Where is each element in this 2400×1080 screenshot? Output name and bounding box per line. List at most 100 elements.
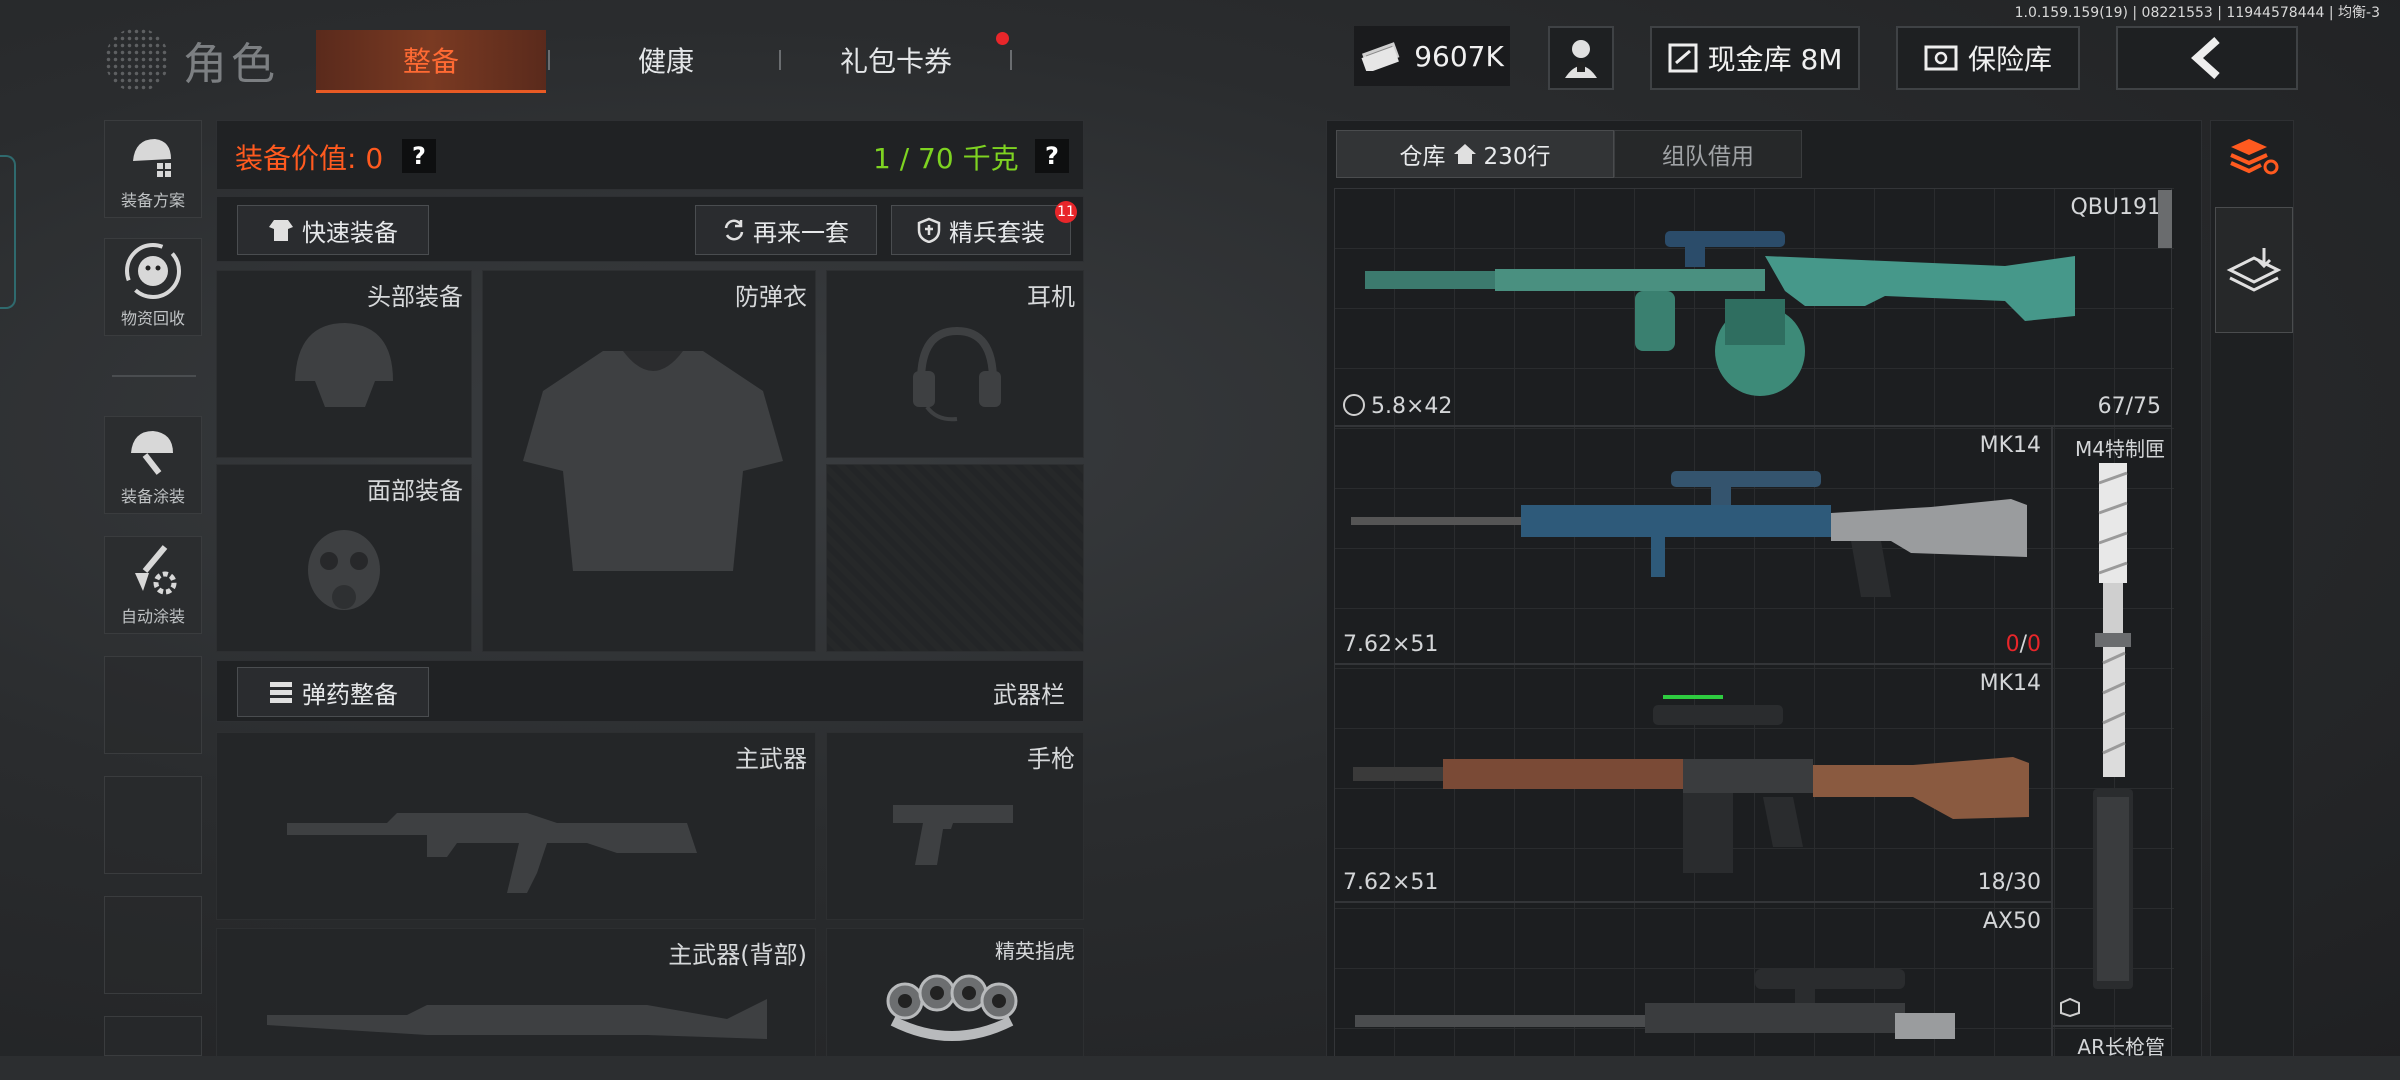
elite-set-label: 精兵套装 [949, 218, 1045, 247]
loadout-actions: 快速装备 再来一套 精兵套装 11 [216, 196, 1084, 262]
version-text: 1.0.159.159(19) | 08221553 | 11944578444… [2014, 5, 2380, 21]
brush-gear-icon [135, 545, 177, 595]
slot-primary-label: 主武器 [735, 745, 807, 773]
tab-storage[interactable]: 仓库 230行 [1336, 130, 1614, 178]
deposit-button[interactable] [2215, 207, 2293, 333]
sidebar-item-loadout-plan[interactable]: 装备方案 [104, 120, 202, 218]
storage-rows: 230行 [1483, 144, 1551, 170]
slot-armor[interactable]: 防弹衣 [482, 270, 816, 652]
item-ammo-current: 0 [2005, 632, 2020, 657]
cash-icon [1361, 42, 1400, 71]
recycle-face-icon [125, 243, 181, 299]
tab-team-borrow[interactable]: 组队借用 [1614, 130, 1802, 178]
elite-set-button[interactable]: 精兵套装 [891, 205, 1071, 255]
slot-pistol-label: 手枪 [1027, 745, 1075, 773]
item-ammo: 18/30 [1977, 870, 2041, 895]
sidebar-item-label: 装备涂装 [120, 487, 185, 506]
knuckles-icon [886, 974, 1018, 1041]
sidebar-empty-slot [104, 776, 202, 874]
sidebar-item-label: 物资回收 [120, 309, 185, 328]
tab-divider [779, 50, 781, 70]
again-button[interactable]: 再来一套 [695, 205, 877, 255]
item-caliber-text: 5.8×42 [1371, 394, 1453, 419]
gas-mask-icon [308, 530, 380, 610]
helmet-grid-icon [133, 139, 171, 177]
shirt-icon [269, 220, 293, 241]
item-name: M4特制匣 [2075, 437, 2165, 461]
item-name: AX50 [1982, 909, 2041, 934]
slot-pistol[interactable]: 手枪 [826, 732, 1084, 920]
body-armor-icon [523, 351, 783, 571]
layers-download-icon [2226, 248, 2282, 292]
warehouse-item[interactable]: AR长枪管 [2052, 1026, 2172, 1056]
slot-melee[interactable]: 精英指虎 [826, 928, 1084, 1058]
item-name: AR长枪管 [2077, 1035, 2165, 1056]
sidebar-item-auto-paint[interactable]: 自动涂装 [104, 536, 202, 634]
tab-loadout[interactable]: 整备 [316, 30, 546, 93]
item-ammo-max: 0 [2027, 632, 2041, 657]
safe-icon [1924, 45, 1958, 71]
slot-primary-weapon[interactable]: 主武器 [216, 732, 816, 920]
pistol-icon [893, 805, 1013, 865]
warehouse-item[interactable]: MK14 7.62×51 0/0 [1334, 426, 2052, 664]
operator-button[interactable] [1548, 26, 1614, 90]
item-ammo: 67/75 [2097, 394, 2161, 419]
slot-headset-label: 耳机 [1027, 283, 1075, 311]
helmet-icon [295, 323, 393, 407]
globe-logo-icon [105, 28, 169, 92]
slot-headset[interactable]: 耳机 [826, 270, 1084, 458]
warehouse-grid: QBU191 5.8×42 67/75 MK14 7.62×51 0/0 MK1… [1334, 188, 2174, 1056]
rifle-silhouette-icon [287, 813, 697, 893]
quick-equip-button[interactable]: 快速装备 [237, 205, 429, 255]
weight-help-button[interactable]: ? [1035, 139, 1069, 173]
weapon-bar: 弹药整备 武器栏 [216, 660, 1084, 722]
slot-melee-label: 精英指虎 [995, 939, 1075, 963]
weapon-bar-label: 武器栏 [993, 681, 1065, 709]
tab-health[interactable]: 健康 [566, 30, 766, 90]
sidebar-item-recycle[interactable]: 物资回收 [104, 238, 202, 336]
mk14-rifle-icon [1353, 695, 2029, 873]
sort-stack-icon[interactable] [2227, 133, 2279, 179]
warehouse-item[interactable]: MK14 7.62×51 18/30 [1334, 664, 2052, 902]
warehouse-scrollbar[interactable] [2158, 190, 2172, 248]
warehouse-item[interactable]: M4特制匣 [2052, 426, 2172, 1026]
back-button[interactable] [2116, 26, 2298, 90]
m4-suppressor-icon [2093, 463, 2133, 989]
slot-empty-locked [826, 464, 1084, 652]
currency-display[interactable]: 9607K [1354, 26, 1510, 86]
notification-dot [996, 32, 1009, 45]
headset-icon [913, 326, 1001, 422]
tab-gift-cards[interactable]: 礼包卡券 [796, 30, 996, 90]
safe-button[interactable]: 保险库 [1896, 26, 2080, 90]
side-drawer-handle[interactable] [0, 155, 16, 309]
sidebar-item-label: 装备方案 [120, 191, 185, 210]
loadout-summary: 装备价值: 0 ? 1 / 70 千克 ? [216, 120, 1084, 190]
slot-primary-back-label: 主武器(背部) [668, 941, 807, 969]
home-icon [1453, 144, 1476, 164]
value-help-button[interactable]: ? [402, 139, 436, 173]
tab-storage-label: 仓库 [1399, 144, 1446, 170]
warehouse-item[interactable]: QBU191 5.8×42 67/75 [1334, 188, 2172, 426]
helmet-paint-icon [131, 431, 173, 475]
cash-vault-button[interactable]: 现金库 8M [1650, 26, 1860, 90]
ammo-loadout-label: 弹药整备 [302, 680, 398, 709]
slot-primary-back[interactable]: 主武器(背部) [216, 928, 816, 1058]
weight-label: 1 / 70 千克 [873, 142, 1019, 175]
safe-label: 保险库 [1967, 43, 2052, 76]
sidebar-divider [112, 375, 196, 377]
sidebar-item-label: 自动涂装 [120, 607, 185, 626]
chevron-left-icon [2191, 37, 2220, 79]
slot-face-label: 面部装备 [367, 477, 463, 505]
box-icon [2060, 997, 2080, 1017]
warehouse-item[interactable]: AX50 [1334, 902, 2052, 1056]
slot-face[interactable]: 面部装备 [216, 464, 472, 652]
qbu191-rifle-icon [1365, 231, 2075, 396]
elite-set-badge: 11 [1055, 201, 1077, 223]
ammo-loadout-button[interactable]: 弹药整备 [237, 667, 429, 717]
sidebar-item-paint[interactable]: 装备涂装 [104, 416, 202, 514]
again-label: 再来一套 [753, 218, 849, 247]
slot-head[interactable]: 头部装备 [216, 270, 472, 458]
slot-head-label: 头部装备 [367, 283, 463, 311]
sidebar-empty-slot [104, 1016, 202, 1056]
ammo-icon [270, 682, 292, 703]
